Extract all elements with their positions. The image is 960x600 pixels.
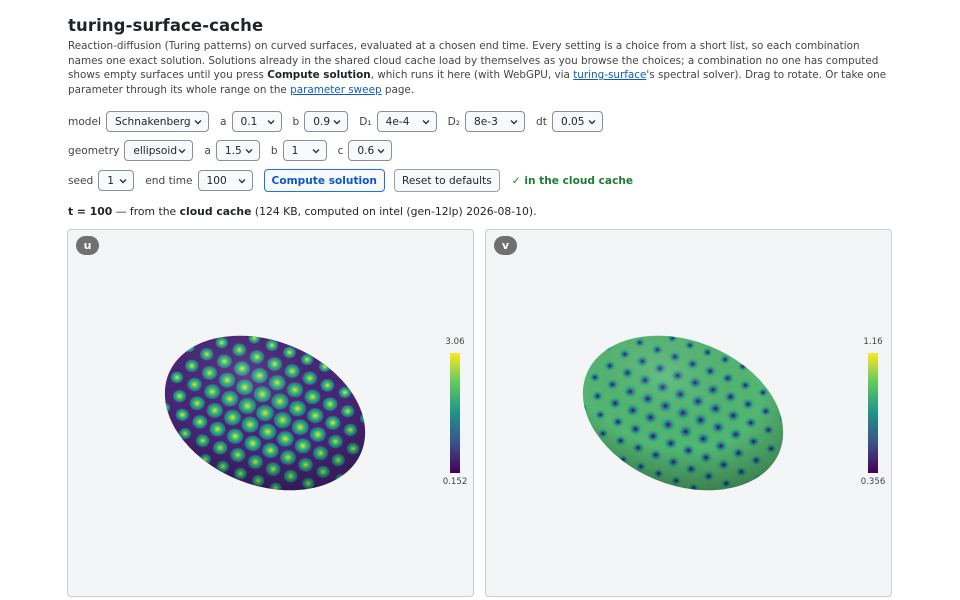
chevron-down-icon	[245, 149, 253, 154]
run-row: seed 1 end time 100 Compute solution Res…	[68, 169, 633, 192]
end-time-label: end time	[145, 174, 193, 187]
param-dt-label: dt	[536, 115, 547, 128]
model-select[interactable]: Schnakenberg	[106, 111, 209, 132]
chevron-down-icon	[178, 149, 186, 154]
chevron-down-icon	[422, 120, 430, 125]
model-params-row: model Schnakenberg a 0.1 b 0.9 D₁ 4e-4 D…	[68, 111, 614, 132]
colorbar-min-label: 0.152	[442, 477, 468, 487]
model-label: model	[68, 115, 101, 128]
param-d1-label: D₁	[359, 115, 372, 128]
end-time-select[interactable]: 100	[197, 170, 253, 191]
geometry-b-select[interactable]: 1	[282, 140, 327, 161]
chevron-down-icon	[194, 120, 202, 125]
param-b-select[interactable]: 0.9	[304, 111, 349, 132]
page-description: Reaction-diffusion (Turing patterns) on …	[68, 40, 887, 96]
geometry-a-select[interactable]: 1.5	[215, 140, 260, 161]
surface-panel-u[interactable]: u 3.06 0.152	[67, 229, 474, 597]
colorbar-u	[450, 353, 460, 473]
geometry-label: geometry	[68, 144, 120, 157]
cache-status-badge: ✓ in the cloud cache	[511, 174, 634, 187]
geometry-a-label: a	[204, 144, 211, 157]
surface-panel-v[interactable]: v 1.16 0.356	[485, 229, 892, 597]
param-a-label: a	[220, 115, 227, 128]
parameter-sweep-link[interactable]: parameter sweep	[290, 84, 381, 96]
solution-status: t = 100 — from the cloud cache (124 KB, …	[68, 205, 537, 218]
seed-label: seed	[68, 174, 94, 187]
geometry-c-select[interactable]: 0.6	[348, 140, 393, 161]
colorbar-max-label: 3.06	[445, 337, 465, 347]
chevron-down-icon	[119, 179, 127, 184]
chevron-down-icon	[267, 120, 274, 125]
ellipsoid-surface-u[interactable]	[68, 230, 474, 597]
param-a-select[interactable]: 0.1	[231, 111, 282, 132]
chevron-down-icon	[588, 120, 596, 125]
geometry-select[interactable]: ellipsoid	[124, 140, 194, 161]
colorbar-v	[868, 353, 878, 473]
geometry-row: geometry ellipsoid a 1.5 b 1 c 0.6	[68, 140, 403, 161]
param-dt-select[interactable]: 0.05	[551, 111, 603, 132]
param-d1-select[interactable]: 4e-4	[376, 111, 437, 132]
colorbar-min-label: 0.356	[860, 477, 886, 487]
param-d2-label: D₂	[447, 115, 461, 128]
chevron-down-icon	[312, 149, 320, 154]
turing-surface-link[interactable]: turing-surface	[573, 69, 646, 81]
compute-solution-button[interactable]: Compute solution	[263, 169, 385, 192]
chevron-down-icon	[510, 120, 518, 125]
geometry-c-label: c	[337, 144, 344, 157]
chevron-down-icon	[333, 120, 341, 125]
geometry-b-label: b	[270, 144, 278, 157]
reset-defaults-button[interactable]: Reset to defaults	[393, 169, 500, 192]
param-b-label: b	[292, 115, 300, 128]
seed-select[interactable]: 1	[98, 170, 135, 191]
chevron-down-icon	[377, 149, 385, 154]
chevron-down-icon	[238, 179, 246, 184]
param-d2-select[interactable]: 8e-3	[465, 111, 526, 132]
page-title: turing-surface-cache	[68, 16, 264, 35]
colorbar-max-label: 1.16	[863, 337, 883, 347]
ellipsoid-surface-v[interactable]	[486, 230, 892, 597]
